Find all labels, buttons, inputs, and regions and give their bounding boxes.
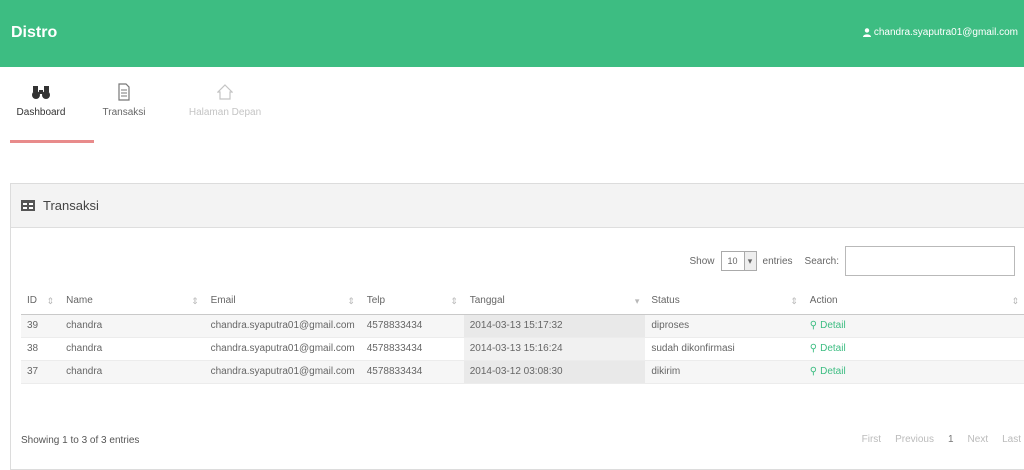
cell-status: dikirim xyxy=(645,360,804,384)
entries-label: entries xyxy=(762,255,793,267)
sort-icon: ⇕ xyxy=(46,296,55,306)
cell-status: diproses xyxy=(645,314,804,338)
document-icon xyxy=(118,83,130,101)
show-label: Show xyxy=(689,255,715,267)
user-menu[interactable]: chandra.syaputra01@gmail.com xyxy=(862,27,1018,38)
cell-action: ⚲ Detail xyxy=(803,360,1024,384)
nav-label: Dashboard xyxy=(16,107,66,118)
nav-halaman-depan[interactable]: Halaman Depan xyxy=(182,83,268,118)
table-info: Showing 1 to 3 of 3 entries xyxy=(21,435,140,446)
cell-name: chandra xyxy=(60,337,205,361)
cell-id: 39 xyxy=(21,314,61,338)
cell-tanggal: 2014-03-13 15:17:32 xyxy=(463,314,646,338)
pagination-previous[interactable]: Previous xyxy=(891,432,938,447)
panel-header: Transaksi xyxy=(11,184,1024,228)
column-header-action[interactable]: Action ⇕ xyxy=(803,288,1024,315)
content-band xyxy=(0,147,1024,175)
sort-icon: ⇕ xyxy=(347,296,355,306)
search-icon: ⚲ xyxy=(809,343,818,354)
table-header-row: ID ⇕ Name ⇕ Email ⇕ Telp ⇕ Tanggal ▾ Status ⇕ … xyxy=(21,288,1024,315)
brand-logo[interactable]: Distro xyxy=(11,24,57,42)
table-controls: Show 10 ▾ entries Search: xyxy=(689,246,1015,276)
user-email: chandra.syaputra01@gmail.com xyxy=(873,27,1018,38)
cell-action: ⚲ Detail xyxy=(803,314,1024,338)
table-icon xyxy=(21,200,35,211)
nav-label: Halaman Depan xyxy=(188,107,262,118)
cell-name: chandra xyxy=(60,360,205,384)
binoculars-icon xyxy=(32,86,50,99)
column-header-id[interactable]: ID ⇕ xyxy=(21,288,61,315)
nav-dashboard[interactable]: Dashboard xyxy=(12,83,70,118)
table-row: 38 chandra chandra.syaputra01@gmail.com … xyxy=(21,337,1024,361)
table-row: 39 chandra chandra.syaputra01@gmail.com … xyxy=(21,314,1024,338)
sort-icon: ⇕ xyxy=(191,296,199,306)
search-input[interactable] xyxy=(845,246,1015,276)
nav-label: Transaksi xyxy=(102,107,146,118)
cell-tanggal: 2014-03-13 15:16:24 xyxy=(463,337,646,361)
main-nav: Dashboard Transaksi Halaman Depan xyxy=(0,67,1024,147)
cell-status: sudah dikonfirmasi xyxy=(645,337,804,361)
column-header-email[interactable]: Email ⇕ xyxy=(204,288,361,315)
column-header-status[interactable]: Status ⇕ xyxy=(645,288,804,315)
search-icon: ⚲ xyxy=(809,320,818,331)
column-header-tanggal[interactable]: Tanggal ▾ xyxy=(463,288,646,315)
cell-action: ⚲ Detail xyxy=(803,337,1024,361)
search-label: Search: xyxy=(804,255,839,267)
page-length-select[interactable]: 10 ▾ xyxy=(720,251,757,271)
cell-email: chandra.syaputra01@gmail.com xyxy=(204,360,361,384)
column-header-telp[interactable]: Telp ⇕ xyxy=(360,288,464,315)
pagination: First Previous 1 Next Last xyxy=(858,432,1024,447)
active-tab-indicator xyxy=(10,140,94,143)
top-header-bar: Distro chandra.syaputra01@gmail.com xyxy=(0,0,1024,67)
detail-link[interactable]: ⚲ Detail xyxy=(810,343,846,354)
sort-icon: ⇕ xyxy=(1011,296,1019,306)
cell-email: chandra.syaputra01@gmail.com xyxy=(204,337,361,361)
sort-icon: ⇕ xyxy=(450,296,458,306)
nav-transaksi[interactable]: Transaksi xyxy=(98,83,150,118)
panel-title: Transaksi xyxy=(43,198,99,213)
datatable: Show 10 ▾ entries Search: ID ⇕ Name ⇕ Emai… xyxy=(21,246,1024,462)
home-icon xyxy=(217,84,233,100)
chevron-down-icon: ▾ xyxy=(743,252,756,270)
search-icon: ⚲ xyxy=(809,366,818,377)
transactions-table: ID ⇕ Name ⇕ Email ⇕ Telp ⇕ Tanggal ▾ Status ⇕ … xyxy=(21,288,1024,384)
column-header-name[interactable]: Name ⇕ xyxy=(60,288,205,315)
sort-icon: ⇕ xyxy=(790,296,798,306)
user-icon xyxy=(862,28,871,37)
pagination-page-1[interactable]: 1 xyxy=(944,432,958,447)
cell-telp: 4578833434 xyxy=(360,314,464,338)
cell-telp: 4578833434 xyxy=(360,360,464,384)
detail-link[interactable]: ⚲ Detail xyxy=(810,366,846,377)
cell-email: chandra.syaputra01@gmail.com xyxy=(204,314,361,338)
table-row: 37 chandra chandra.syaputra01@gmail.com … xyxy=(21,360,1024,384)
cell-name: chandra xyxy=(60,314,205,338)
pagination-next[interactable]: Next xyxy=(964,432,993,447)
page-length-value: 10 xyxy=(727,256,738,266)
pagination-last[interactable]: Last xyxy=(998,432,1024,447)
detail-link[interactable]: ⚲ Detail xyxy=(810,320,846,331)
cell-tanggal: 2014-03-12 03:08:30 xyxy=(463,360,646,384)
transaksi-panel: Transaksi Show 10 ▾ entries Search: ID ⇕ … xyxy=(10,183,1024,470)
pagination-first[interactable]: First xyxy=(858,432,885,447)
sort-icon: ▾ xyxy=(634,296,640,306)
cell-id: 38 xyxy=(21,337,61,361)
cell-id: 37 xyxy=(21,360,61,384)
cell-telp: 4578833434 xyxy=(360,337,464,361)
